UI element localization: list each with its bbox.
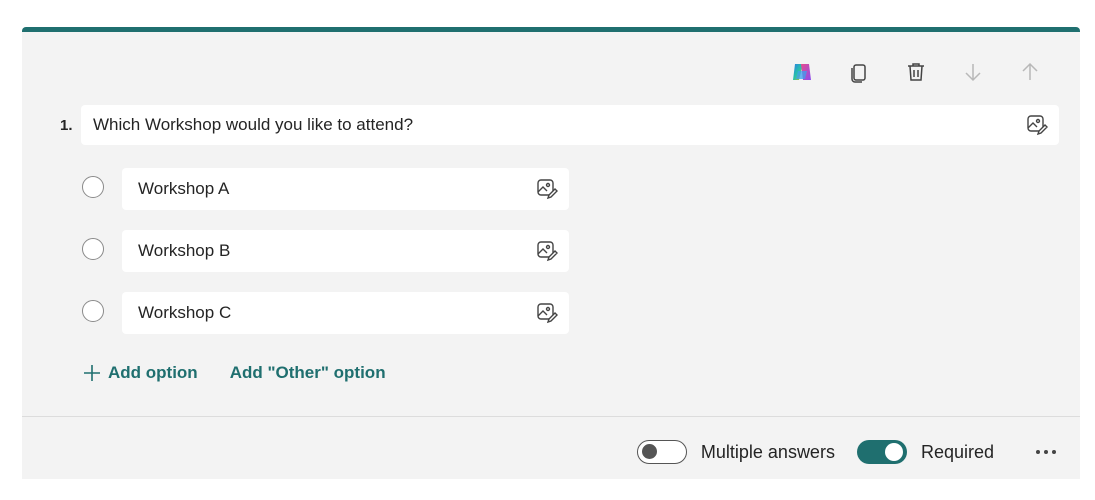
question-title-text: Which Workshop would you like to attend? [93,115,414,134]
option-label: Workshop A [138,179,230,198]
add-option-row: Add option Add "Other" option [82,363,386,383]
option-label: Workshop C [138,303,232,322]
footer-divider [22,416,1080,417]
question-title-input[interactable]: Which Workshop would you like to attend? [81,105,1059,145]
toggle-knob [641,444,657,459]
question-number: 1. [60,116,73,134]
add-option-button[interactable]: Add option [82,363,198,383]
insert-media-icon[interactable] [535,239,559,263]
insert-media-icon[interactable] [535,177,559,201]
option-label: Workshop B [138,241,231,260]
question-row: 1. Which Workshop would you like to atte… [60,105,1060,145]
option-row: Workshop C [82,292,582,334]
multiple-answers-label: Multiple answers [700,441,835,462]
option-row: Workshop A [82,168,582,210]
option-input[interactable]: Workshop B [122,230,569,272]
delete-icon [907,63,924,81]
question-footer: Multiple answers Required [636,432,1058,472]
plus-icon [84,365,100,381]
move-down-icon [964,64,981,82]
insert-media-icon[interactable] [1025,113,1049,137]
move-up-button[interactable] [1001,54,1058,90]
option-radio[interactable] [82,176,104,198]
copy-button[interactable] [830,54,887,90]
question-card: 1. Which Workshop would you like to atte… [22,27,1080,479]
move-down-button[interactable] [944,54,1001,90]
question-toolbar [773,54,1058,90]
add-other-option-button[interactable]: Add "Other" option [230,363,386,383]
copilot-button[interactable] [773,54,830,90]
option-radio[interactable] [82,300,104,322]
required-toggle[interactable] [856,440,907,464]
more-options-button[interactable] [1034,440,1058,464]
insert-media-icon[interactable] [535,301,559,325]
delete-button[interactable] [887,54,944,90]
multiple-answers-toggle[interactable] [636,440,687,464]
option-radio[interactable] [82,238,104,260]
required-label: Required [920,441,994,462]
option-input[interactable]: Workshop C [122,292,569,334]
copy-icon [850,64,866,83]
option-row: Workshop B [82,230,582,272]
add-option-label: Add option [108,363,198,382]
more-icon [1036,450,1056,454]
move-up-icon [1021,62,1038,80]
toggle-knob [884,443,903,461]
copilot-icon [792,64,811,80]
option-input[interactable]: Workshop A [122,168,569,210]
